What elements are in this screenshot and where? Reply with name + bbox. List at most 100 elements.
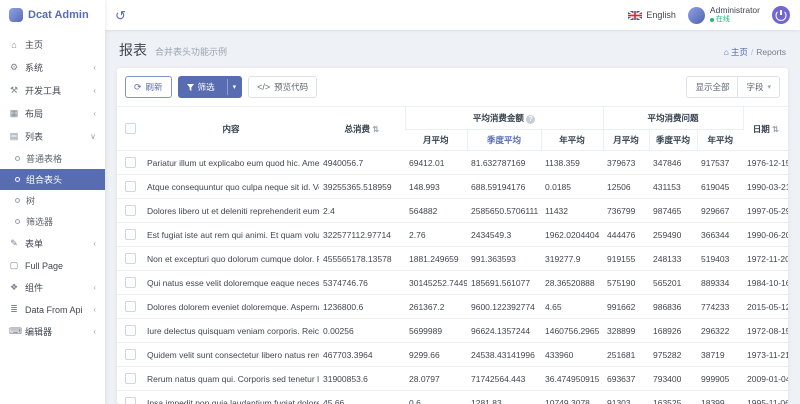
row-checkbox[interactable]: [125, 325, 136, 336]
cell-value: 986836: [649, 295, 697, 319]
top-navbar: ↺ English Administrator 在线: [105, 0, 800, 30]
cell-value: 5699989: [405, 319, 467, 343]
cell-value: 688.59194176: [467, 175, 541, 199]
grid-toolbar: ⟳ 刷新 筛选 ▾ </> 预览代码: [117, 68, 788, 106]
sidebar-item[interactable]: ▤列表∨: [0, 125, 105, 148]
cell-value: 1881.249659: [405, 247, 467, 271]
logout-power-icon[interactable]: [772, 6, 790, 24]
cell-value: 1995-11-06: [743, 391, 788, 404]
refresh-page-icon[interactable]: ↺: [115, 9, 126, 22]
sidebar-item[interactable]: ≣Data From Api‹: [0, 299, 105, 320]
sidebar-item[interactable]: ⌂主页: [0, 33, 105, 56]
cell-content: Iure delectus quisquam veniam corporis. …: [143, 319, 319, 343]
cell-value: 24538.43141996: [467, 343, 541, 367]
row-checkbox[interactable]: [125, 157, 136, 168]
cell-value: 185691.561077: [467, 271, 541, 295]
column-sub-3[interactable]: 月平均: [603, 130, 649, 151]
circle-icon: [15, 156, 20, 161]
column-sub-5[interactable]: 年平均: [697, 130, 743, 151]
cell-value: 328899: [603, 319, 649, 343]
column-sub-4[interactable]: 季度平均: [649, 130, 697, 151]
cell-value: 9299.66: [405, 343, 467, 367]
table-row: Iure delectus quisquam veniam corporis. …: [117, 319, 788, 343]
cell-value: 12506: [603, 175, 649, 199]
column-date[interactable]: 日期 ⇅: [743, 107, 788, 151]
sidebar-item[interactable]: ▦布局‹: [0, 102, 105, 125]
row-checkbox[interactable]: [125, 373, 136, 384]
code-icon: </>: [257, 83, 270, 92]
sidebar-item[interactable]: ⌨编辑器‹: [0, 320, 105, 343]
row-checkbox[interactable]: [125, 277, 136, 288]
sidebar-subitem[interactable]: 树: [0, 190, 105, 211]
sidebar-subitem[interactable]: 筛选器: [0, 211, 105, 232]
info-icon[interactable]: ?: [526, 115, 535, 124]
table-row: Atque consequuntur quo culpa neque sit i…: [117, 175, 788, 199]
sidebar-item[interactable]: ⚙系统‹: [0, 56, 105, 79]
cell-value: 917537: [697, 151, 743, 175]
row-checkbox[interactable]: [125, 229, 136, 240]
filter-button[interactable]: 筛选 ▾: [178, 76, 243, 98]
table-row: Quidem velit sunt consectetur libero nat…: [117, 343, 788, 367]
cell-value: 163525: [649, 391, 697, 404]
sidebar-subitem[interactable]: 组合表头: [0, 169, 105, 190]
sidebar-item[interactable]: ▢Full Page: [0, 255, 105, 276]
column-total[interactable]: 总消费 ⇅: [319, 107, 405, 151]
row-select-cell: [117, 295, 143, 319]
data-table: 内容 总消费 ⇅ 平均消费金额 ? 平均消费问题 日期 ⇅ 月平均季度平均年平均…: [117, 106, 788, 404]
column-sub-0[interactable]: 月平均: [405, 130, 467, 151]
row-checkbox[interactable]: [125, 301, 136, 312]
row-checkbox[interactable]: [125, 349, 136, 360]
sort-icon[interactable]: ⇅: [772, 125, 779, 134]
preview-code-button[interactable]: </> 预览代码: [248, 76, 317, 98]
page-subtitle: 合并表头功能示例: [155, 45, 716, 58]
cell-content: Dolores dolorem eveniet doloremque. Aspe…: [143, 295, 319, 319]
cell-value: 9600.122392774: [467, 295, 541, 319]
language-selector[interactable]: English: [628, 10, 676, 20]
sidebar-subitem[interactable]: 普通表格: [0, 148, 105, 169]
cell-value: 296322: [697, 319, 743, 343]
row-checkbox[interactable]: [125, 181, 136, 192]
row-checkbox[interactable]: [125, 397, 136, 404]
fields-dropdown-button[interactable]: 字段 ▾: [738, 76, 780, 98]
cell-value: 251681: [603, 343, 649, 367]
column-sub-1[interactable]: 季度平均: [467, 130, 541, 151]
cell-value: 366344: [697, 223, 743, 247]
column-content: 内容: [143, 107, 319, 151]
row-checkbox[interactable]: [125, 205, 136, 216]
cell-value: 322577112.97714: [319, 223, 405, 247]
sidebar-item[interactable]: ✎表单‹: [0, 232, 105, 255]
cell-value: 91303: [603, 391, 649, 404]
sidebar-subitem-label: 组合表头: [26, 173, 96, 186]
table-row: Pariatur illum ut explicabo eum quod hic…: [117, 151, 788, 175]
row-checkbox[interactable]: [125, 253, 136, 264]
cell-value: 1973-11-21: [743, 343, 788, 367]
table-row: Dolores dolorem eveniet doloremque. Aspe…: [117, 295, 788, 319]
cell-value: 11432: [541, 199, 603, 223]
cell-content: Atque consequuntur quo culpa neque sit i…: [143, 175, 319, 199]
column-sub-2[interactable]: 年平均: [541, 130, 603, 151]
refresh-button[interactable]: ⟳ 刷新: [125, 76, 172, 98]
column-group-avg-issue: 平均消费问题: [603, 107, 743, 130]
cell-value: 261367.2: [405, 295, 467, 319]
brand[interactable]: Dcat Admin: [0, 0, 105, 30]
sidebar-subitem-label: 筛选器: [26, 215, 96, 228]
sort-icon[interactable]: ⇅: [372, 125, 379, 134]
sidebar-item[interactable]: ⚒开发工具‹: [0, 79, 105, 102]
cell-value: 1460756.2965: [541, 319, 603, 343]
cell-value: 987465: [649, 199, 697, 223]
cell-value: 793400: [649, 367, 697, 391]
toolbar-right: 显示全部 字段 ▾: [686, 76, 780, 98]
select-all-checkbox[interactable]: [125, 123, 136, 134]
table-row: Est fugiat iste aut rem qui animi. Et qu…: [117, 223, 788, 247]
language-label: English: [646, 10, 676, 20]
cell-value: 69412.01: [405, 151, 467, 175]
content: 报表 合并表头功能示例 ⌂ 主页 / Reports ⟳ 刷新: [105, 30, 800, 404]
breadcrumb-home-link[interactable]: ⌂ 主页: [724, 46, 748, 58]
sidebar-item-label: 编辑器: [25, 325, 87, 338]
sidebar-item[interactable]: ❖组件‹: [0, 276, 105, 299]
sidebar: Dcat Admin ⌂主页⚙系统‹⚒开发工具‹▦布局‹▤列表∨普通表格组合表头…: [0, 0, 105, 404]
chevron-down-icon[interactable]: ▾: [227, 79, 242, 95]
user-menu[interactable]: Administrator 在线: [688, 6, 760, 24]
show-all-button[interactable]: 显示全部: [686, 76, 738, 98]
navbar-right: English Administrator 在线: [628, 6, 790, 24]
